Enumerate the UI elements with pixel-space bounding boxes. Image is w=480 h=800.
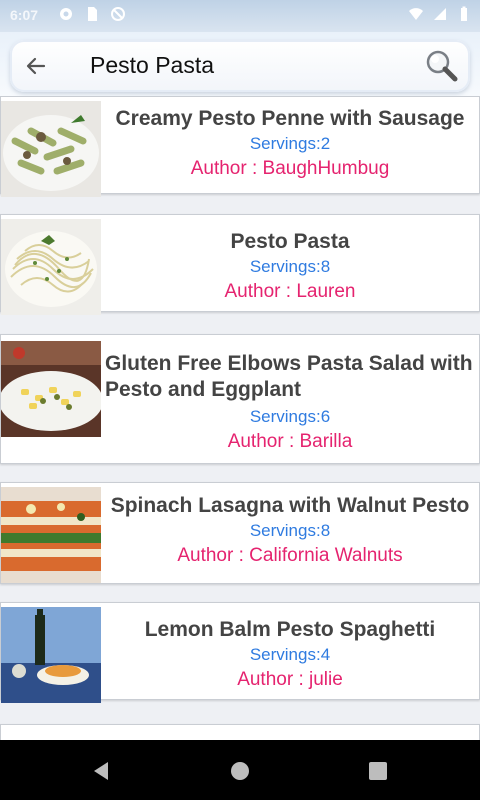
- notification-icons: [58, 6, 126, 22]
- recipe-card[interactable]: Gluten Free Elbows Pasta Salad with Pest…: [0, 334, 480, 464]
- recipe-author: Author : Lauren: [224, 281, 356, 302]
- recipe-info: Creamy Pesto Penne with Sausage Servings…: [105, 97, 475, 193]
- recipe-author: Author : Barilla: [227, 431, 353, 452]
- battery-icon: [461, 6, 467, 21]
- recipe-thumbnail: [1, 341, 101, 437]
- navigation-bar: [0, 740, 480, 800]
- recipe-title: Lemon Balm Pesto Spaghetti: [144, 618, 436, 641]
- recipe-servings: Servings:8: [249, 257, 331, 276]
- status-bar: 6:07: [0, 0, 480, 32]
- recipe-title: Pesto Pasta: [230, 230, 350, 253]
- recipe-thumbnail: [1, 729, 101, 740]
- recipe-info: Gluten Free Elbows Pasta Salad with Pest…: [105, 335, 475, 463]
- recipe-servings: Servings:2: [249, 134, 331, 153]
- recipe-list[interactable]: Creamy Pesto Penne with Sausage Servings…: [0, 96, 480, 740]
- recipe-servings: Servings:4: [249, 645, 331, 664]
- recipe-thumbnail: [1, 219, 101, 315]
- nav-back-icon[interactable]: [90, 760, 112, 782]
- search-header: Pesto Pasta: [0, 32, 480, 96]
- sd-card-icon: [88, 7, 97, 21]
- signal-icon: [434, 8, 446, 20]
- recipe-author: Author : BaughHumbug: [190, 158, 390, 179]
- recipe-card[interactable]: Creamy Pesto Penne with Sausage Servings…: [0, 96, 480, 197]
- blocked-icon: [111, 7, 125, 21]
- recipe-info: Lemon Balm Pesto Spaghetti Servings:4 Au…: [105, 603, 475, 699]
- wifi-icon: [409, 8, 423, 20]
- recipe-title: Gluten Free Elbows Pasta Salad with Pest…: [105, 352, 473, 401]
- recipe-card[interactable]: Lemon Balm Pesto Spaghetti Servings:4 Au…: [0, 602, 480, 703]
- nav-recents-icon[interactable]: [367, 760, 389, 782]
- recipe-thumbnail: [1, 101, 101, 197]
- system-icons: [408, 6, 472, 22]
- back-arrow-icon[interactable]: [24, 54, 48, 78]
- recipe-card-partial[interactable]: [0, 724, 480, 740]
- recipe-author: Author : julie: [237, 669, 343, 690]
- recipe-card[interactable]: Pesto Pasta Servings:8 Author : Lauren: [0, 214, 480, 315]
- recipe-title: Creamy Pesto Penne with Sausage: [115, 107, 465, 130]
- recipe-author: Author : California Walnuts: [177, 545, 403, 566]
- nav-home-icon[interactable]: [229, 760, 251, 782]
- recipe-card[interactable]: Spinach Lasagna with Walnut Pesto Servin…: [0, 482, 480, 584]
- search-input[interactable]: Pesto Pasta: [90, 52, 214, 79]
- recipe-thumbnail: [1, 487, 101, 583]
- recipe-title: Spinach Lasagna with Walnut Pesto: [110, 494, 470, 517]
- status-time: 6:07: [10, 7, 39, 23]
- search-box[interactable]: Pesto Pasta: [10, 40, 470, 92]
- recipe-info: Pesto Pasta Servings:8 Author : Lauren: [105, 215, 475, 311]
- search-icon[interactable]: [424, 48, 460, 84]
- recipe-servings: Servings:8: [249, 521, 331, 540]
- recipe-servings: Servings:6: [249, 407, 331, 426]
- settings-icon: [60, 8, 72, 20]
- recipe-thumbnail: [1, 607, 101, 703]
- recipe-info: Spinach Lasagna with Walnut Pesto Servin…: [105, 483, 475, 583]
